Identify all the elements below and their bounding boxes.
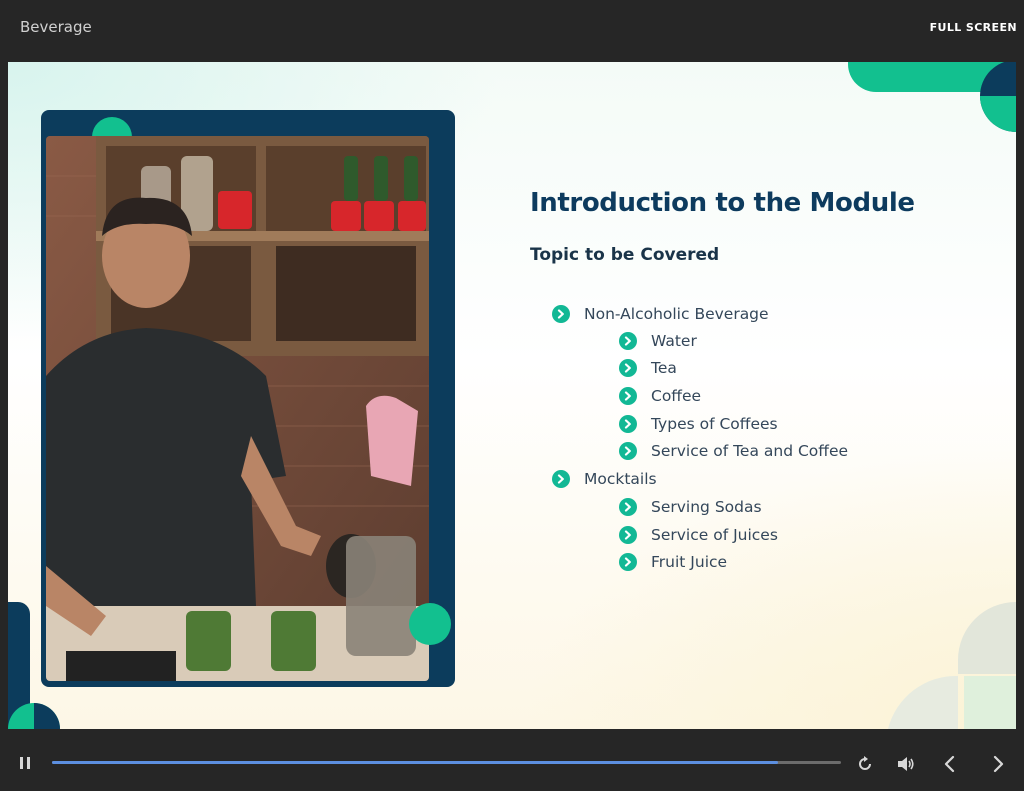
subtopic-label: Serving Sodas (651, 498, 762, 516)
subtopic-item: Types of Coffees (619, 415, 778, 433)
subtopic-label: Service of Tea and Coffee (651, 442, 849, 460)
chevron-right-icon (552, 470, 570, 488)
topic-item: Mocktails (552, 470, 657, 488)
subtopic-item: Tea (619, 359, 677, 377)
previous-icon[interactable] (942, 754, 958, 774)
subtopic-label: Types of Coffees (651, 415, 778, 433)
chevron-right-icon (619, 332, 637, 350)
chevron-right-icon (619, 442, 637, 460)
chevron-right-icon (619, 498, 637, 516)
full-screen-button[interactable]: FULL SCREEN (930, 21, 1017, 34)
subtopic-label: Tea (651, 359, 677, 377)
photo-frame-dot-bottom (409, 603, 451, 645)
subtopic-label: Fruit Juice (651, 553, 728, 571)
bottom-right-decoration (888, 602, 1016, 729)
subtopic-item: Water (619, 332, 697, 350)
subtopic-item: Coffee (619, 387, 701, 405)
chevron-right-icon (619, 526, 637, 544)
replay-icon[interactable] (856, 755, 874, 773)
slide-subheading: Topic to be Covered (530, 245, 720, 265)
topic-label: Mocktails (584, 470, 657, 488)
barista-photo (46, 136, 429, 681)
chevron-right-icon (619, 387, 637, 405)
subtopic-item: Service of Juices (619, 526, 778, 544)
next-icon[interactable] (990, 754, 1006, 774)
slide: Introduction to the Module Topic to be C… (8, 62, 1016, 729)
slide-heading: Introduction to the Module (530, 188, 915, 218)
course-title: Beverage (20, 18, 92, 36)
topic-label: Non-Alcoholic Beverage (584, 305, 769, 323)
progress-fill (52, 761, 778, 764)
pause-icon[interactable] (17, 755, 33, 771)
top-bar: Beverage FULL SCREEN (0, 0, 1024, 58)
subtopic-label: Water (651, 332, 697, 350)
chevron-right-icon (619, 359, 637, 377)
subtopic-label: Service of Juices (651, 526, 778, 544)
progress-bar[interactable] (52, 761, 841, 764)
chevron-right-icon (619, 415, 637, 433)
top-right-decoration (848, 62, 1016, 132)
subtopic-label: Coffee (651, 387, 702, 405)
subtopic-item: Service of Tea and Coffee (619, 442, 848, 460)
chevron-right-icon (619, 553, 637, 571)
chevron-right-icon (552, 305, 570, 323)
subtopic-item: Serving Sodas (619, 498, 762, 516)
subtopic-item: Fruit Juice (619, 553, 727, 571)
volume-icon[interactable] (896, 755, 916, 773)
topic-item: Non-Alcoholic Beverage (552, 305, 769, 323)
